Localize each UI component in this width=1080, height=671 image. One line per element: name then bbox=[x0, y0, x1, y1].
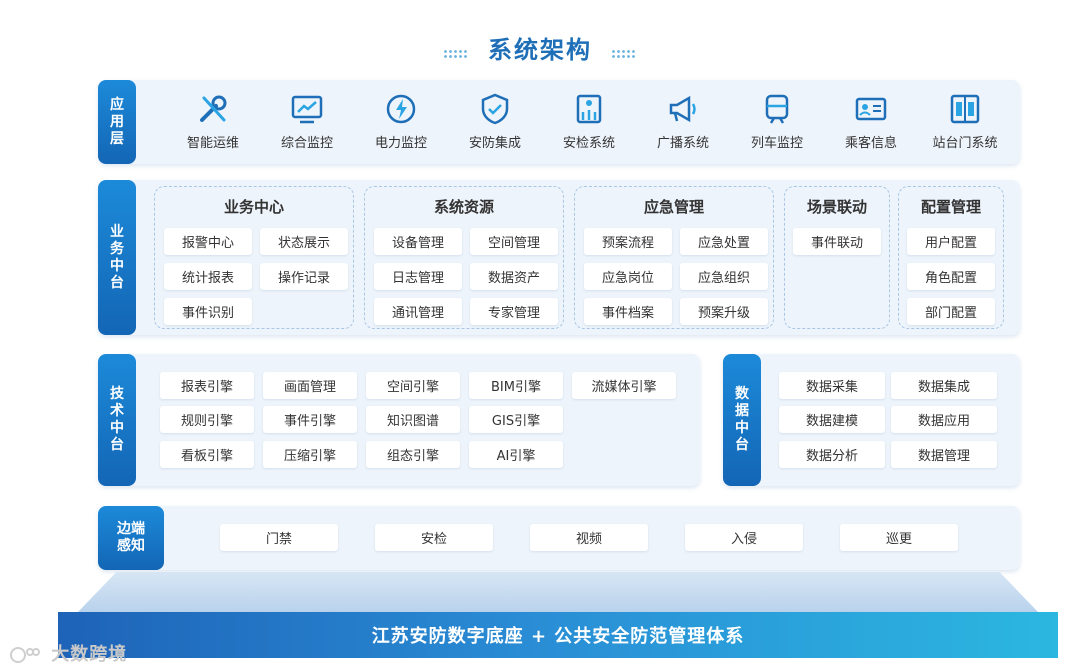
foundation-base-top bbox=[78, 572, 1038, 612]
application-layer: 应用层 智能运维 综合监控 电力监控 安防集成 安检系统 广播系统 列车监控 乘… bbox=[98, 80, 1020, 164]
data-chip: 数据管理 bbox=[891, 441, 997, 468]
tech-chip: 画面管理 bbox=[263, 372, 357, 399]
diagram-title-row: 系统架构 bbox=[0, 30, 1080, 65]
tech-chip: 空间引擎 bbox=[366, 372, 460, 399]
edge-layer-tag: 边端感知 bbox=[98, 506, 164, 570]
platform-door-icon bbox=[920, 90, 1010, 128]
business-chip: 应急组织 bbox=[680, 263, 768, 290]
group-emergency-management: 应急管理 预案流程 应急处置 应急岗位 应急组织 事件档案 预案升级 bbox=[574, 186, 774, 329]
business-chip: 部门配置 bbox=[907, 298, 995, 325]
data-layer: 数据中台 数据采集 数据集成 数据建模 数据应用 数据分析 数据管理 bbox=[723, 354, 1020, 486]
app-item-smart-ops: 智能运维 bbox=[168, 90, 258, 151]
app-item-security-check: 安检系统 bbox=[544, 90, 634, 151]
business-chip: 专家管理 bbox=[470, 298, 558, 325]
passenger-info-icon bbox=[826, 90, 916, 128]
security-check-icon bbox=[544, 90, 634, 128]
data-chip: 数据集成 bbox=[891, 372, 997, 399]
data-chip: 数据分析 bbox=[779, 441, 885, 468]
edge-chip: 巡更 bbox=[840, 524, 958, 551]
app-item-train-monitor: 列车监控 bbox=[732, 90, 822, 151]
business-chip: 事件识别 bbox=[164, 298, 252, 325]
business-chip: 日志管理 bbox=[374, 263, 462, 290]
business-chip: 设备管理 bbox=[374, 228, 462, 255]
app-item-power-monitor: 电力监控 bbox=[356, 90, 446, 151]
title-dots-left bbox=[442, 48, 469, 59]
edge-chip: 视频 bbox=[530, 524, 648, 551]
application-items: 智能运维 综合监控 电力监控 安防集成 安检系统 广播系统 列车监控 乘客信息 … bbox=[168, 90, 1010, 151]
business-chip: 事件联动 bbox=[793, 228, 881, 255]
foundation-base: 江苏安防数字底座 + 公共安全防范管理体系 bbox=[58, 572, 1058, 671]
edge-chip: 门禁 bbox=[220, 524, 338, 551]
megaphone-icon bbox=[638, 90, 728, 128]
group-config-management: 配置管理 用户配置 角色配置 部门配置 bbox=[898, 186, 1004, 329]
tech-chip: 看板引擎 bbox=[160, 441, 254, 468]
business-chip: 预案流程 bbox=[584, 228, 672, 255]
monitor-chart-icon bbox=[262, 90, 352, 128]
business-chip: 操作记录 bbox=[260, 263, 348, 290]
foundation-base-label: 江苏安防数字底座 + 公共安全防范管理体系 bbox=[58, 612, 1058, 658]
edge-chip: 安检 bbox=[375, 524, 493, 551]
tech-chip: 事件引擎 bbox=[263, 406, 357, 433]
tech-layer-tag: 技术中台 bbox=[98, 354, 136, 486]
edge-layer: 边端感知 门禁 安检 视频 入侵 巡更 bbox=[98, 506, 1020, 570]
business-chip: 通讯管理 bbox=[374, 298, 462, 325]
tech-chip: AI引擎 bbox=[469, 441, 563, 468]
data-chip: 数据采集 bbox=[779, 372, 885, 399]
tech-chip: 报表引擎 bbox=[160, 372, 254, 399]
tech-chip: 流媒体引擎 bbox=[572, 372, 676, 399]
tech-chip: 规则引擎 bbox=[160, 406, 254, 433]
tech-chip: BIM引擎 bbox=[469, 372, 563, 399]
group-business-center: 业务中心 报警中心 状态展示 统计报表 操作记录 事件识别 bbox=[154, 186, 354, 329]
tech-chip: 知识图谱 bbox=[366, 406, 460, 433]
business-chip: 空间管理 bbox=[470, 228, 558, 255]
tech-layer: 技术中台 报表引擎 画面管理 空间引擎 BIM引擎 流媒体引擎 规则引擎 事件引… bbox=[98, 354, 700, 486]
data-layer-tag: 数据中台 bbox=[723, 354, 761, 486]
watermark-logo-icon bbox=[10, 647, 40, 663]
app-item-security-integration: 安防集成 bbox=[450, 90, 540, 151]
tech-chip: 组态引擎 bbox=[366, 441, 460, 468]
tech-chip: 压缩引擎 bbox=[263, 441, 357, 468]
business-layer: 业务中台 业务中心 报警中心 状态展示 统计报表 操作记录 事件识别 系统资源 … bbox=[98, 180, 1020, 335]
group-scene-linkage: 场景联动 事件联动 bbox=[784, 186, 890, 329]
business-chip: 用户配置 bbox=[907, 228, 995, 255]
business-chip: 预案升级 bbox=[680, 298, 768, 325]
lightning-icon bbox=[356, 90, 446, 128]
business-chip: 事件档案 bbox=[584, 298, 672, 325]
group-system-resources: 系统资源 设备管理 空间管理 日志管理 数据资产 通讯管理 专家管理 bbox=[364, 186, 564, 329]
business-chip: 统计报表 bbox=[164, 263, 252, 290]
watermark: 大数跨境 bbox=[10, 640, 127, 666]
wrench-icon bbox=[168, 90, 258, 128]
business-chip: 角色配置 bbox=[907, 263, 995, 290]
edge-chip: 入侵 bbox=[685, 524, 803, 551]
app-item-broadcast: 广播系统 bbox=[638, 90, 728, 151]
train-icon bbox=[732, 90, 822, 128]
data-chip: 数据建模 bbox=[779, 406, 885, 433]
title-dots-right bbox=[611, 48, 638, 59]
app-item-platform-door: 站台门系统 bbox=[920, 90, 1010, 151]
tech-chip: GIS引擎 bbox=[469, 406, 563, 433]
business-chip: 应急岗位 bbox=[584, 263, 672, 290]
data-chip: 数据应用 bbox=[891, 406, 997, 433]
business-chip: 报警中心 bbox=[164, 228, 252, 255]
business-layer-tag: 业务中台 bbox=[98, 180, 136, 335]
app-item-passenger-info: 乘客信息 bbox=[826, 90, 916, 151]
watermark-text: 大数跨境 bbox=[51, 644, 128, 665]
shield-icon bbox=[450, 90, 540, 128]
business-chip: 数据资产 bbox=[470, 263, 558, 290]
diagram-title: 系统架构 bbox=[488, 36, 592, 64]
business-chip: 应急处置 bbox=[680, 228, 768, 255]
application-layer-tag: 应用层 bbox=[98, 80, 136, 164]
app-item-integrated-monitor: 综合监控 bbox=[262, 90, 352, 151]
business-chip: 状态展示 bbox=[260, 228, 348, 255]
